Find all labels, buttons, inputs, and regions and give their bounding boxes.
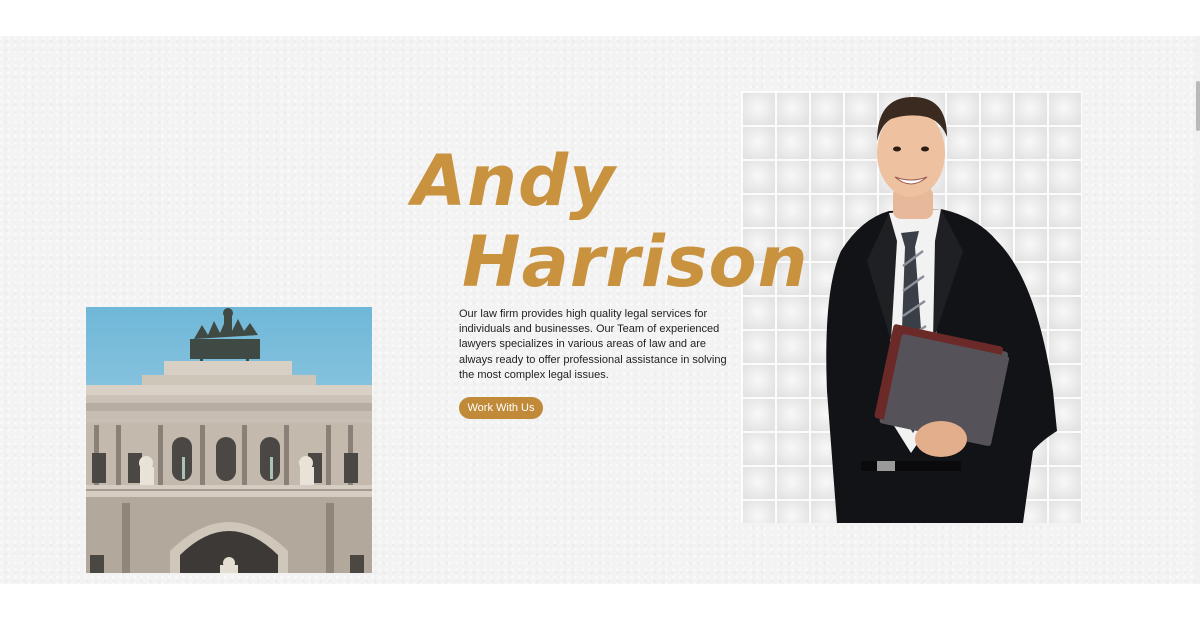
scrollbar[interactable] [1196,36,1200,584]
page: CORTE DI CASSAZIONE [0,0,1200,620]
lawyer-portrait-image [741,91,1082,523]
hero-section: CORTE DI CASSAZIONE [0,36,1196,584]
court-building-image: CORTE DI CASSAZIONE [86,307,372,573]
firm-description: Our law firm provides high quality legal… [459,308,727,381]
name-first: Andy [412,140,616,222]
name-last: Harrison [462,221,809,303]
work-with-us-button[interactable]: Work With Us [459,397,543,419]
scrollbar-thumb[interactable] [1196,81,1200,131]
